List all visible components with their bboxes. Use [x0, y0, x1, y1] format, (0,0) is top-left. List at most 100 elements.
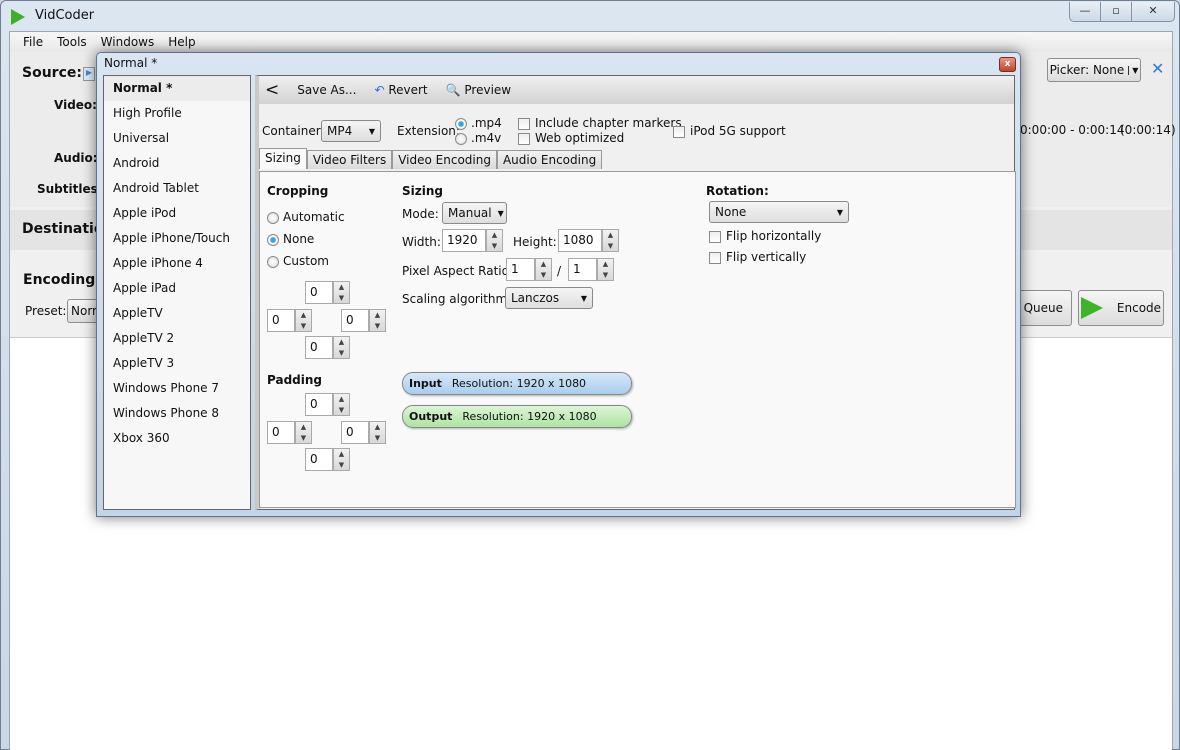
preset-item[interactable]: AppleTV [104, 301, 250, 326]
pad-right-stepper[interactable]: 0 ▲ ▼ [341, 421, 386, 444]
ext-m4v-radio[interactable]: .m4v [455, 131, 501, 145]
tab-video-encoding[interactable]: Video Encoding [392, 150, 497, 169]
pad-bottom-stepper[interactable]: 0 ▲ ▼ [305, 448, 350, 471]
preview-button[interactable]: 🔍 Preview [446, 83, 511, 97]
crop-bottom-stepper[interactable]: 0 ▲ ▼ [305, 336, 350, 359]
encode-button[interactable]: Encode [1078, 290, 1164, 326]
dialog-title: Normal * [104, 56, 158, 70]
chevron-down-icon: ▼ [497, 208, 504, 218]
crop-custom-radio[interactable]: Custom [267, 254, 329, 268]
value[interactable]: 0 [305, 393, 333, 416]
preset-item[interactable]: Android [104, 151, 250, 176]
close-picker-icon[interactable]: ✕ [1151, 59, 1164, 78]
spin-arrows-icon[interactable]: ▲ ▼ [295, 309, 312, 332]
preset-item[interactable]: High Profile [104, 101, 250, 126]
spin-arrows-icon[interactable]: ▲ ▼ [333, 448, 350, 471]
checkbox-icon [518, 117, 530, 130]
menu-help[interactable]: Help [161, 32, 202, 52]
preset-item[interactable]: Xbox 360 [104, 426, 250, 451]
par-slash: / [557, 264, 562, 278]
dialog-close-button[interactable]: x [999, 57, 1016, 72]
value[interactable]: 0 [305, 448, 333, 471]
crop-top-stepper[interactable]: 0 ▲ ▼ [305, 281, 350, 304]
window-controls: — ▫ ✕ [1069, 2, 1175, 22]
tab-sizing[interactable]: Sizing [259, 148, 307, 169]
radio-icon [267, 255, 279, 268]
undo-icon: ↶ [374, 83, 389, 97]
value[interactable]: 0 [341, 309, 369, 332]
width-stepper[interactable]: 1920 ▲ ▼ [442, 229, 503, 252]
spin-arrows-icon[interactable]: ▲ ▼ [369, 309, 386, 332]
value[interactable]: 0 [305, 336, 333, 359]
par-y-stepper[interactable]: 1 ▲ ▼ [568, 258, 614, 281]
value[interactable]: 1920 [442, 229, 486, 252]
spin-arrows-icon[interactable]: ▲ ▼ [333, 393, 350, 416]
tab-audio-encoding[interactable]: Audio Encoding [496, 150, 603, 169]
rotation-dropdown[interactable]: None ▼ [709, 201, 849, 223]
pad-top-stepper[interactable]: 0 ▲ ▼ [305, 393, 350, 416]
par-x-stepper[interactable]: 1 ▲ ▼ [506, 258, 552, 281]
radio-icon [267, 233, 279, 246]
height-stepper[interactable]: 1080 ▲ ▼ [558, 229, 619, 252]
ext-mp4-radio[interactable]: .mp4 [455, 116, 502, 130]
value[interactable]: 1080 [558, 229, 602, 252]
preset-item[interactable]: Normal * [104, 76, 250, 101]
spin-arrows-icon[interactable]: ▲ ▼ [369, 421, 386, 444]
back-button[interactable]: < [265, 80, 279, 100]
source-play-icon[interactable]: ▶ [83, 67, 95, 81]
picker-dropdown[interactable]: Picker: None ▼ [1047, 58, 1141, 82]
scaling-dropdown[interactable]: Lanczos ▼ [505, 287, 593, 309]
preset-item[interactable]: Apple iPod [104, 201, 250, 226]
value[interactable]: 0 [341, 421, 369, 444]
par-label: Pixel Aspect Ratio: [402, 264, 513, 278]
flip-v-checkbox[interactable]: Flip vertically [709, 250, 806, 264]
preset-item[interactable]: Windows Phone 7 [104, 376, 250, 401]
chapter-markers-checkbox[interactable]: Include chapter markers [518, 116, 682, 130]
maximize-button[interactable]: ▫ [1101, 2, 1132, 21]
spin-arrows-icon[interactable]: ▲ ▼ [535, 258, 552, 281]
spin-arrows-icon[interactable]: ▲ ▼ [602, 229, 619, 252]
spin-arrows-icon[interactable]: ▲ ▼ [486, 229, 503, 252]
crop-right-stepper[interactable]: 0 ▲ ▼ [341, 309, 386, 332]
output-label: Output [409, 410, 453, 423]
value[interactable]: 0 [305, 281, 333, 304]
preset-item[interactable]: AppleTV 2 [104, 326, 250, 351]
chevron-down-icon: ▼ [1128, 65, 1138, 75]
mode-label: Mode: [402, 207, 439, 221]
preset-item[interactable]: Apple iPad [104, 276, 250, 301]
container-dropdown[interactable]: MP4 ▼ [321, 120, 381, 142]
preset-item[interactable]: Apple iPhone 4 [104, 251, 250, 276]
revert-button[interactable]: ↶ Revert [374, 83, 427, 97]
minimize-button[interactable]: — [1070, 2, 1101, 21]
ipod-checkbox[interactable]: iPod 5G support [673, 124, 786, 138]
preset-item[interactable]: Universal [104, 126, 250, 151]
value[interactable]: 1 [506, 258, 535, 281]
sizing-panel: Cropping Automatic None Custom 0 ▲ ▼ 0 ▲ ▼ 0… [259, 171, 1016, 508]
pad-left-stepper[interactable]: 0 ▲ ▼ [267, 421, 312, 444]
time-range: 0:00:00 - 0:00:14 [1020, 123, 1125, 137]
close-button[interactable]: ✕ [1132, 2, 1174, 21]
crop-none-radio[interactable]: None [267, 232, 314, 246]
tab-video-filters[interactable]: Video Filters [306, 150, 393, 169]
save-as-button[interactable]: Save As... [297, 83, 356, 97]
spin-arrows-icon[interactable]: ▲ ▼ [597, 258, 614, 281]
mode-dropdown[interactable]: Manual ▼ [442, 202, 507, 224]
preset-dialog: Normal * x Normal * High Profile Univers… [96, 52, 1021, 517]
crop-automatic-radio[interactable]: Automatic [267, 210, 345, 224]
spin-arrows-icon[interactable]: ▲ ▼ [333, 281, 350, 304]
preset-item[interactable]: AppleTV 3 [104, 351, 250, 376]
flip-h-checkbox[interactable]: Flip horizontally [709, 229, 821, 243]
preset-item[interactable]: Windows Phone 8 [104, 401, 250, 426]
spin-arrows-icon[interactable]: ▲ ▼ [295, 421, 312, 444]
crop-left-stepper[interactable]: 0 ▲ ▼ [267, 309, 312, 332]
web-optimized-checkbox[interactable]: Web optimized [518, 131, 624, 145]
menu-file[interactable]: File [16, 32, 50, 52]
value[interactable]: 0 [267, 421, 295, 444]
menu-windows[interactable]: Windows [94, 32, 162, 52]
value[interactable]: 0 [267, 309, 295, 332]
spin-arrows-icon[interactable]: ▲ ▼ [333, 336, 350, 359]
preset-item[interactable]: Apple iPhone/Touch [104, 226, 250, 251]
menu-tools[interactable]: Tools [50, 32, 94, 52]
value[interactable]: 1 [568, 258, 597, 281]
preset-item[interactable]: Android Tablet [104, 176, 250, 201]
